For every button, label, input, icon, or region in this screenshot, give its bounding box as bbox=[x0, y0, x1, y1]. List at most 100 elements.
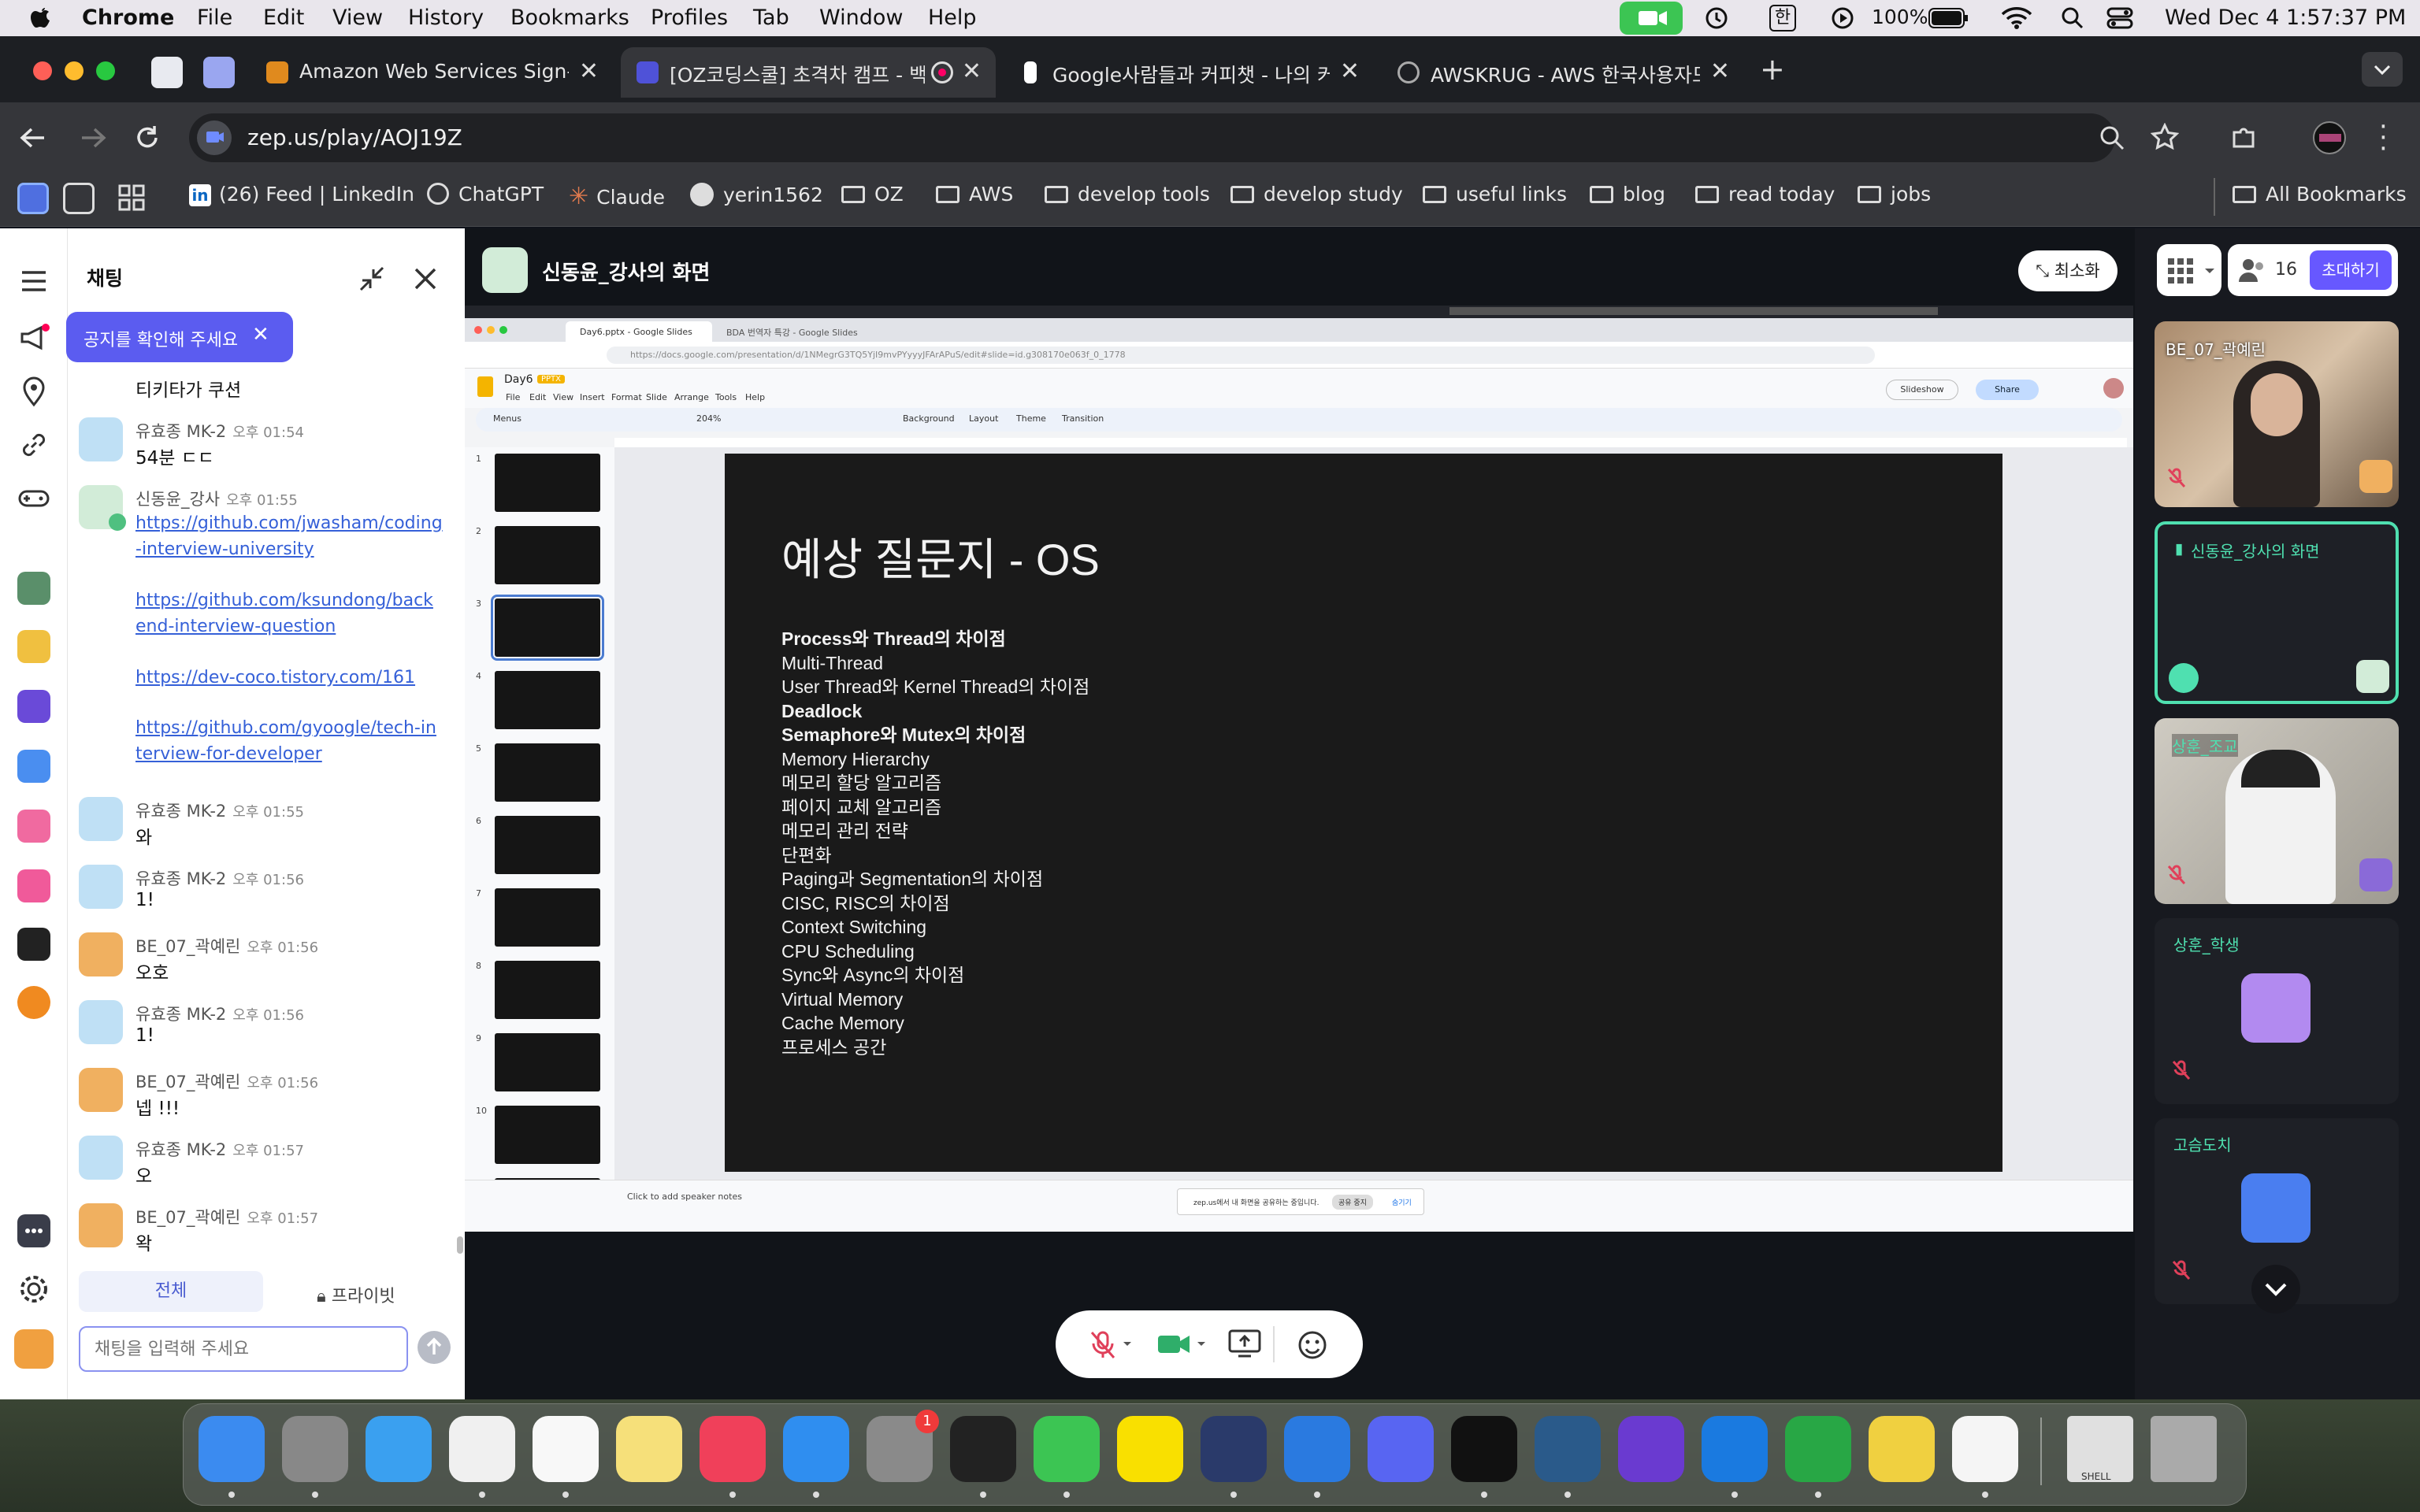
control-center-icon[interactable] bbox=[2106, 6, 2133, 30]
tab-aws[interactable]: Amazon Web Services Sign-In ✕ bbox=[251, 47, 613, 98]
bookmark-folder-blog[interactable]: blog bbox=[1590, 183, 1665, 206]
app-bike-icon[interactable] bbox=[17, 572, 50, 605]
invite-button[interactable]: 초대하기 bbox=[2310, 250, 2392, 290]
pinned-tab-1[interactable] bbox=[151, 57, 183, 88]
bookmark-folder-aws[interactable]: AWS bbox=[936, 183, 1013, 206]
menu-file[interactable]: File bbox=[197, 6, 232, 30]
bookmark-chatgpt[interactable]: ChatGPT bbox=[427, 183, 544, 206]
chat-link[interactable]: https://github.com/ksundong/backend-inte… bbox=[135, 587, 443, 639]
dock-tailscale-icon[interactable] bbox=[1702, 1416, 1768, 1482]
dock-discord-icon[interactable] bbox=[1368, 1416, 1434, 1482]
dock-music-icon[interactable] bbox=[700, 1416, 766, 1482]
forward-icon[interactable] bbox=[79, 126, 107, 150]
bookmark-linkedin[interactable]: in (26) Feed | LinkedIn bbox=[189, 183, 414, 206]
reload-icon[interactable] bbox=[134, 124, 161, 151]
megaphone-icon[interactable] bbox=[17, 321, 50, 354]
menu-profiles[interactable]: Profiles bbox=[651, 6, 728, 30]
bookmark-folder-develop-tools[interactable]: develop tools bbox=[1045, 183, 1210, 206]
dock-facetime-icon[interactable] bbox=[1034, 1416, 1100, 1482]
tab-private[interactable]: 🔒︎ 프라이빗 bbox=[317, 1282, 395, 1307]
bookmark-folder-develop-study[interactable]: develop study bbox=[1230, 183, 1403, 206]
bookmark-all[interactable]: All Bookmarks bbox=[2233, 183, 2407, 206]
bookmark-github[interactable]: yerin1562 bbox=[690, 183, 823, 206]
dock-obsidian-icon[interactable] bbox=[1618, 1416, 1684, 1482]
scroll-down-button[interactable] bbox=[2251, 1265, 2300, 1314]
my-avatar[interactable] bbox=[14, 1329, 54, 1369]
video-tile[interactable]: 상훈_학생 bbox=[2155, 918, 2399, 1104]
minimize-button[interactable]: ⤡ 최소화 bbox=[2018, 250, 2118, 291]
video-tile[interactable]: BE_07_곽예린 bbox=[2155, 321, 2399, 507]
battery-icon[interactable] bbox=[1928, 8, 1968, 28]
time-machine-icon[interactable] bbox=[1705, 6, 1728, 30]
menu-history[interactable]: History bbox=[408, 6, 484, 30]
menu-view[interactable]: View bbox=[332, 6, 383, 30]
wifi-icon[interactable] bbox=[2001, 6, 2032, 30]
close-tab-icon[interactable]: ✕ bbox=[1340, 57, 1360, 85]
send-button[interactable] bbox=[418, 1331, 451, 1364]
gamepad-icon[interactable] bbox=[17, 482, 50, 515]
extensions-icon[interactable] bbox=[2229, 123, 2259, 153]
app-magic-wand-icon[interactable] bbox=[17, 869, 50, 902]
camera-icon[interactable] bbox=[1156, 1331, 1191, 1358]
bookmark-star-icon[interactable] bbox=[2151, 123, 2179, 151]
bookmark-folder-oz[interactable]: OZ bbox=[841, 183, 904, 206]
dock-trash-icon[interactable] bbox=[2151, 1416, 2217, 1482]
bookmark-folder-read-today[interactable]: read today bbox=[1695, 183, 1835, 206]
participants-button[interactable]: 16 초대하기 bbox=[2228, 244, 2398, 296]
tab-coffeechat[interactable]: Google사람들과 커피챗 - 나의 커 ✕ bbox=[1004, 47, 1374, 98]
spotlight-icon[interactable] bbox=[2061, 6, 2084, 30]
tab-awskrug[interactable]: AWSKRUG - AWS 한국사용자모임 ✕ bbox=[1382, 47, 1744, 98]
tab-search-button[interactable] bbox=[2362, 52, 2403, 87]
app-poll-icon[interactable] bbox=[17, 810, 50, 843]
now-playing-icon[interactable] bbox=[1831, 6, 1854, 30]
bookmark-claude[interactable]: ✳ Claude bbox=[569, 183, 665, 210]
dock-pycharm-icon[interactable] bbox=[1451, 1416, 1517, 1482]
chat-toggle-icon[interactable] bbox=[17, 1214, 50, 1247]
close-notice-icon[interactable]: ✕ bbox=[252, 323, 269, 346]
chevron-down-icon[interactable] bbox=[1122, 1339, 1133, 1350]
menu-tab[interactable]: Tab bbox=[753, 6, 789, 30]
menu-help[interactable]: Help bbox=[928, 6, 977, 30]
app-quiz-icon[interactable] bbox=[17, 928, 50, 961]
dock-python-launcher-icon[interactable] bbox=[1869, 1416, 1935, 1482]
app-hand-icon[interactable] bbox=[17, 630, 50, 663]
close-icon[interactable] bbox=[411, 265, 440, 293]
dock-photos-icon[interactable] bbox=[533, 1416, 599, 1482]
bookmark-app-1[interactable] bbox=[17, 183, 49, 214]
site-info-icon[interactable] bbox=[197, 120, 232, 155]
dock-textedit-icon[interactable] bbox=[1952, 1416, 2018, 1482]
menu-app-name[interactable]: Chrome bbox=[82, 6, 174, 30]
tab-all[interactable]: 전체 bbox=[79, 1271, 263, 1312]
close-tab-icon[interactable]: ✕ bbox=[1710, 57, 1730, 85]
dock-mysql-workbench-icon[interactable] bbox=[1535, 1416, 1601, 1482]
app-crown-icon[interactable] bbox=[17, 690, 50, 723]
menubar-clock[interactable]: Wed Dec 4 1:57:37 PM bbox=[2165, 6, 2406, 30]
app-all-icon[interactable] bbox=[17, 750, 50, 783]
zoom-window-button[interactable] bbox=[96, 61, 115, 80]
dock-finder-icon[interactable] bbox=[199, 1416, 265, 1482]
dock-safari-icon[interactable] bbox=[366, 1416, 432, 1482]
bookmark-folder-jobs[interactable]: jobs bbox=[1858, 183, 1931, 206]
chat-link[interactable]: https://github.com/jwasham/coding-interv… bbox=[135, 510, 443, 562]
screen-share-icon[interactable] bbox=[1227, 1328, 1262, 1359]
video-tile-active[interactable]: ▮ 신동윤_강사의 화면 bbox=[2155, 521, 2399, 704]
dock-notes-icon[interactable] bbox=[616, 1416, 682, 1482]
address-bar[interactable]: zep.us/play/AOJ19Z bbox=[189, 113, 2179, 162]
hamburger-menu-icon[interactable] bbox=[17, 265, 50, 298]
apps-grid-icon[interactable] bbox=[118, 184, 145, 211]
bookmark-app-2[interactable] bbox=[63, 183, 95, 214]
tab-ozcoding[interactable]: [OZ코딩스쿨] 초격차 캠프 - 백 ✕ bbox=[621, 47, 996, 98]
emoji-icon[interactable] bbox=[1297, 1329, 1328, 1361]
settings-gear-icon[interactable] bbox=[17, 1273, 50, 1306]
dock-kakaotalk-icon[interactable] bbox=[1117, 1416, 1183, 1482]
minimize-window-button[interactable] bbox=[65, 61, 84, 80]
chat-link[interactable]: https://github.com/gyoogle/tech-intervie… bbox=[135, 715, 443, 767]
profile-avatar[interactable] bbox=[2313, 121, 2346, 154]
mic-muted-icon[interactable] bbox=[1087, 1329, 1119, 1361]
link-icon[interactable] bbox=[17, 428, 50, 461]
camera-status-icon[interactable] bbox=[1620, 2, 1683, 35]
new-tab-button[interactable]: + bbox=[1760, 52, 1785, 87]
menu-edit[interactable]: Edit bbox=[263, 6, 304, 30]
dock-chrome-icon[interactable] bbox=[449, 1416, 515, 1482]
notice-banner[interactable]: 공지를 확인해 주세요 ✕ bbox=[66, 312, 293, 362]
